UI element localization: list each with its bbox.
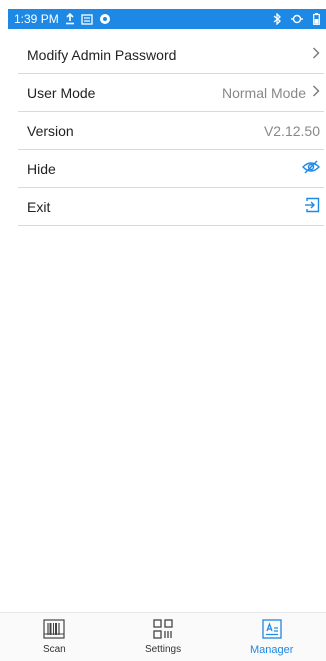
exit-label: Exit bbox=[27, 198, 51, 215]
nav-item-settings[interactable]: Settings bbox=[109, 613, 218, 661]
exit-trailing bbox=[304, 197, 320, 216]
chevron-right-icon bbox=[312, 46, 320, 63]
nfc-icon bbox=[291, 14, 303, 24]
upload-icon bbox=[65, 13, 75, 25]
version-label: Version bbox=[27, 122, 74, 139]
manager-icon bbox=[262, 619, 282, 642]
exit-row[interactable]: Exit bbox=[18, 188, 324, 226]
user-mode-row[interactable]: User Mode Normal Mode bbox=[18, 74, 324, 112]
user-mode-label: User Mode bbox=[27, 84, 96, 101]
manager-settings-list: Modify Admin Password User Mode Normal M… bbox=[18, 36, 324, 226]
nav-label-settings: Settings bbox=[144, 644, 182, 655]
user-mode-trailing: Normal Mode bbox=[222, 84, 320, 101]
hide-row[interactable]: Hide bbox=[18, 150, 324, 188]
modify-admin-password-label: Modify Admin Password bbox=[27, 46, 177, 63]
modify-admin-password-row[interactable]: Modify Admin Password bbox=[18, 36, 324, 74]
modify-admin-password-trailing bbox=[312, 46, 320, 63]
status-time: 1:39 PM bbox=[14, 12, 59, 26]
qr-code-icon bbox=[153, 619, 173, 642]
barcode-icon bbox=[43, 619, 65, 642]
version-value: V2.12.50 bbox=[263, 122, 320, 139]
version-row: Version V2.12.50 bbox=[18, 112, 324, 150]
battery-icon bbox=[313, 13, 320, 25]
bluetooth-icon bbox=[273, 13, 281, 25]
status-bar: 1:39 PM bbox=[8, 9, 326, 29]
status-bar-left: 1:39 PM bbox=[14, 12, 111, 26]
notification-icon bbox=[81, 13, 93, 25]
nav-label-manager: Manager bbox=[249, 644, 294, 656]
user-mode-value: Normal Mode bbox=[221, 84, 306, 101]
exit-icon[interactable] bbox=[304, 197, 320, 216]
eye-off-icon[interactable] bbox=[302, 160, 320, 177]
nav-label-scan: Scan bbox=[42, 644, 66, 655]
bottom-navigation: Scan Settings Manager bbox=[0, 612, 326, 661]
hide-trailing bbox=[302, 160, 320, 177]
nav-item-scan[interactable]: Scan bbox=[0, 613, 109, 661]
status-bar-right bbox=[273, 13, 320, 25]
chevron-right-icon bbox=[312, 84, 320, 101]
nav-item-manager[interactable]: Manager bbox=[217, 613, 326, 661]
hide-label: Hide bbox=[27, 160, 56, 177]
app-icon bbox=[99, 13, 111, 25]
